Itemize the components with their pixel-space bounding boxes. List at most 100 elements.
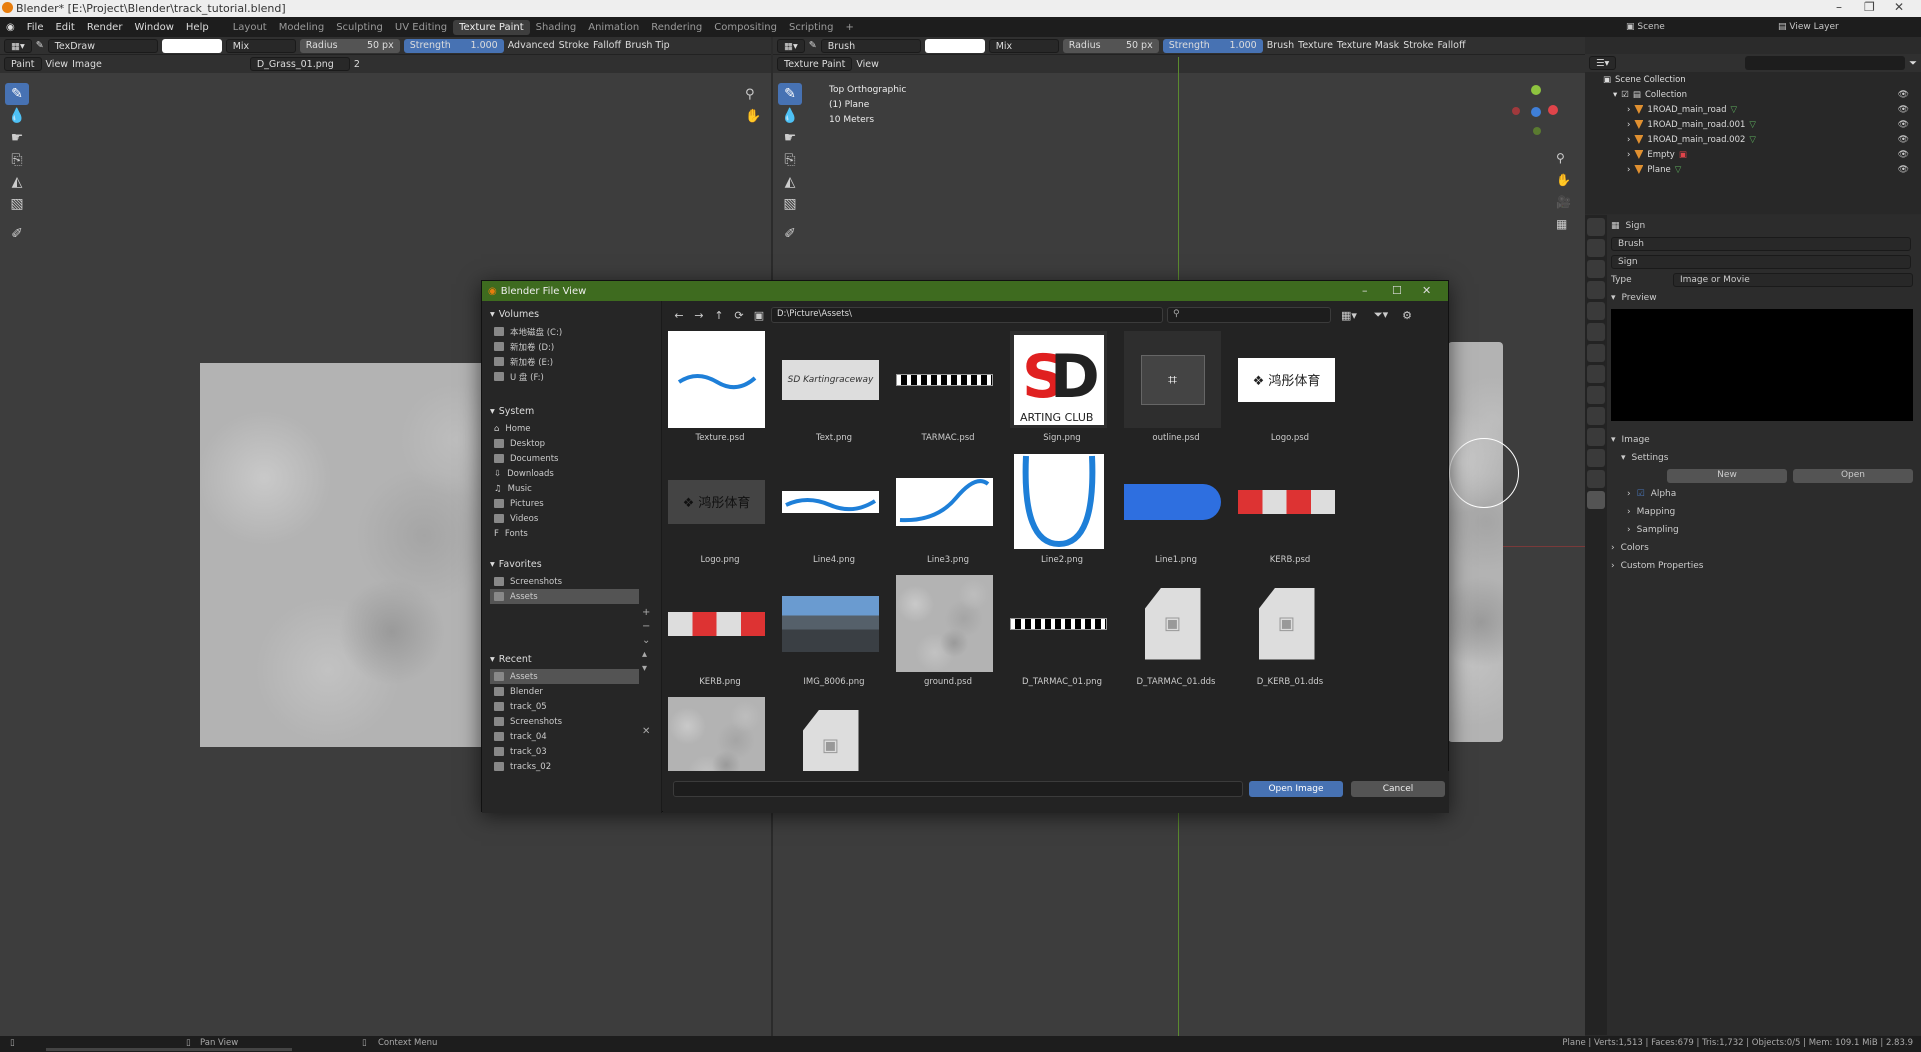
settings-gear-icon[interactable]: ⚙ [1399,307,1415,323]
system-item[interactable]: Videos [482,511,661,526]
outliner-search-input[interactable] [1745,56,1906,70]
cancel-button[interactable]: Cancel [1351,781,1445,797]
file-tile[interactable]: ground.psd [891,575,993,693]
recent-section-header[interactable]: ▾ Recent [482,650,661,669]
visibility-eye-icon[interactable]: 👁 [1898,165,1909,175]
file-tile[interactable]: ❖ 鸿彤体育 Logo.png [663,453,765,571]
stroke-menu[interactable]: Stroke [559,40,589,51]
system-item[interactable]: F Fonts [482,526,661,541]
new-image-button[interactable]: New [1667,469,1787,483]
dialog-minimize-icon[interactable]: – [1362,284,1368,297]
editor-type-dropdown-3d[interactable]: ▦▾ [777,38,805,53]
file-tile[interactable]: Texture.psd [663,331,765,449]
dialog-close-icon[interactable]: ✕ [1422,284,1431,297]
expand-arrow-icon[interactable]: › [1627,135,1630,145]
clone-tool-icon-3d[interactable]: ⎘ [778,149,802,171]
collapse-arrow-icon[interactable]: ▾ [490,654,495,665]
scene-selector[interactable]: ▣ Scene [1626,22,1665,32]
draw-tool-icon-3d[interactable]: ✎ [778,83,802,105]
view-menu[interactable]: View [46,59,69,70]
fill-tool-icon-3d[interactable]: ◭ [778,171,802,193]
outliner-object-row[interactable]: › 1ROAD_main_road ▽ 👁 [1585,102,1921,117]
tab-modeling[interactable]: Modeling [273,20,331,35]
visibility-eye-icon[interactable]: 👁 [1898,150,1909,160]
collapse-arrow-icon[interactable]: › [1611,561,1615,571]
collapse-arrow-icon[interactable]: ▾ [490,559,495,570]
collapse-arrow-icon[interactable]: › [1611,543,1615,553]
recent-item[interactable]: track_03 [482,744,661,759]
annotate-tool-icon[interactable]: ✐ [5,223,29,245]
tab-sculpting[interactable]: Sculpting [330,20,389,35]
close-icon[interactable]: ✕ [1894,0,1904,14]
tab-scripting[interactable]: Scripting [783,20,839,35]
blender-menu-icon[interactable]: ◉ [0,22,21,33]
stroke-menu-3d[interactable]: Stroke [1403,40,1433,51]
grid-toggle-icon[interactable]: ▦ [1556,213,1571,235]
pan-hand-icon[interactable]: ✋ [745,109,761,124]
recent-item[interactable]: tracks_02 [482,759,661,774]
radius-field-3d[interactable]: Radius 50 px [1062,38,1159,53]
file-tile[interactable] [663,697,765,771]
file-tile[interactable]: ▣ D_KERB_01.dds [1233,575,1331,693]
volume-item[interactable]: U 盘 (F:) [482,369,661,384]
recent-item[interactable]: Blender [482,684,661,699]
file-tile[interactable]: Line4.png [777,453,879,571]
directory-path-input[interactable]: D:\Picture\Assets\ [771,307,1163,323]
view-layer-selector[interactable]: ▤ View Layer [1778,22,1839,32]
system-item[interactable]: Documents [482,451,661,466]
tab-animation[interactable]: Animation [582,20,645,35]
mapping-row[interactable]: › Mapping [1611,503,1917,521]
texture-mask-menu-3d[interactable]: Texture Mask [1337,40,1399,51]
object-tab-icon[interactable] [1587,344,1605,362]
preview-panel-header[interactable]: ▾ Preview [1611,289,1917,307]
expand-arrow-icon[interactable]: › [1627,105,1630,115]
collapse-arrow-icon[interactable]: › [1627,507,1631,517]
expand-arrow-icon[interactable]: › [1627,165,1630,175]
brush-tip-menu[interactable]: Brush Tip [625,40,670,51]
file-tile[interactable]: ▣ [777,697,875,771]
texture-paint-mode-dropdown[interactable]: Texture Paint [777,57,853,71]
modifier-tab-icon[interactable] [1587,365,1605,383]
file-tile[interactable]: Line1.png [1119,453,1221,571]
recent-item[interactable]: track_04 [482,729,661,744]
particles-tab-icon[interactable] [1587,386,1605,404]
brush-color-swatch-3d[interactable] [924,38,985,53]
blend-mode-3d[interactable]: Mix [988,38,1059,53]
system-item[interactable]: Desktop [482,436,661,451]
file-tile[interactable]: KERB.psd [1233,453,1335,571]
favorites-menu-icon[interactable]: ⌄ [642,634,650,648]
remove-favorite-icon[interactable]: − [642,620,650,634]
maximize-icon[interactable]: ❐ [1864,0,1875,14]
zoom-icon-3d[interactable]: ⚲ [1556,147,1571,169]
file-tile[interactable]: KERB.png [663,575,765,693]
brush-selector-row[interactable]: Brush [1611,235,1917,253]
image-panel-header[interactable]: ▾ Image [1611,431,1917,449]
pan-hand-icon-3d[interactable]: ✋ [1556,169,1571,191]
collapse-arrow-icon[interactable]: ▾ [1621,453,1626,463]
collection-row[interactable]: ▾ ☑ ▤ Collection 👁 [1585,87,1921,102]
advanced-menu[interactable]: Advanced [508,40,555,51]
view-layer-tab-icon[interactable] [1587,281,1605,299]
navigation-gizmo[interactable] [1508,85,1568,145]
minimize-icon[interactable]: – [1836,0,1842,14]
volumes-section-header[interactable]: ▾ Volumes [482,305,661,324]
move-up-icon[interactable]: ▴ [642,648,650,662]
system-item[interactable]: ⇩ Downloads [482,466,661,481]
favorites-section-header[interactable]: ▾ Favorites [482,555,661,574]
file-browser-dialog[interactable]: ◉ Blender File View – ☐ ✕ ▾ Volumes 本地磁盘 … [481,280,1449,813]
mask-tool-icon[interactable]: ▧ [5,193,29,215]
mask-tool-icon-3d[interactable]: ▧ [778,193,802,215]
material-tab-icon[interactable] [1587,470,1605,488]
texture-datablock[interactable]: Sign [1611,255,1911,269]
brush-name[interactable]: TexDraw [47,38,158,53]
alpha-row[interactable]: › ☑ Alpha [1611,485,1917,503]
file-tile[interactable]: IMG_8006.png [777,575,879,693]
outliner-object-row[interactable]: › Empty ▣ 👁 [1585,147,1921,162]
properties-editor[interactable]: ▦ Sign Brush Sign Type Image or Movie ▾ Pre… [1585,215,1921,1035]
outliner-object-row[interactable]: › Plane ▽ 👁 [1585,162,1921,177]
recent-item[interactable]: track_05 [482,699,661,714]
volume-item[interactable]: 新加卷 (D:) [482,339,661,354]
file-tile[interactable]: Line2.png [1005,453,1104,571]
back-arrow-icon[interactable]: ← [671,307,687,323]
colors-panel-header[interactable]: › Colors [1611,539,1917,557]
